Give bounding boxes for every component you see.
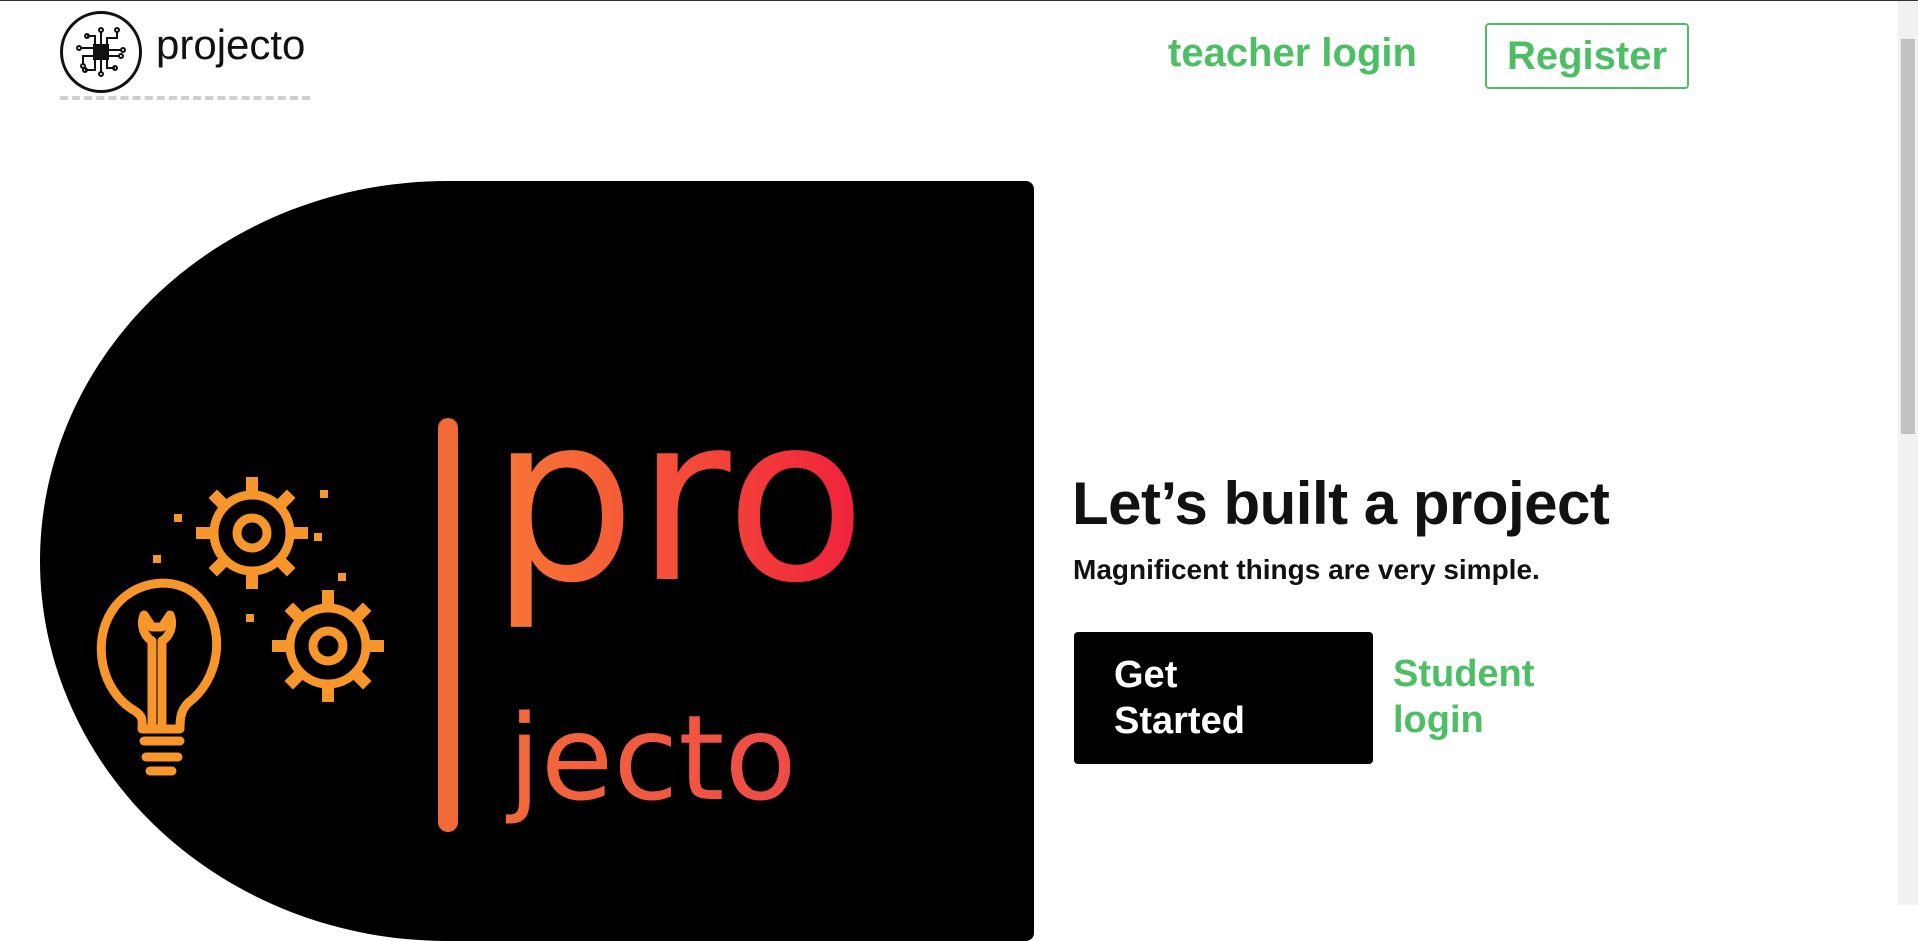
logo-text-pro: pro [490, 367, 866, 634]
hero-subtitle: Magnificent things are very simple. [1073, 554, 1540, 585]
page: projecto teacher login Register pro ject… [0, 1, 1898, 941]
hero-logo-panel: pro jecto [40, 181, 1034, 941]
scrollbar-thumb[interactable] [1901, 39, 1915, 434]
brand-name: projecto [156, 21, 306, 68]
get-started-button[interactable]: Get Started [1074, 632, 1373, 764]
register-button[interactable]: Register [1485, 23, 1689, 89]
gear-icon [196, 477, 308, 589]
brand-link[interactable]: projecto [60, 11, 305, 93]
gear-icon [272, 590, 384, 702]
get-started-label: Get Started [1114, 654, 1245, 742]
teacher-login-link[interactable]: teacher login [1168, 31, 1417, 76]
logo-text-jecto: jecto [505, 689, 797, 827]
hero-title: Let’s built a project [1072, 470, 1610, 537]
vertical-scrollbar[interactable] [1898, 1, 1918, 905]
student-login-link[interactable]: Student login [1393, 651, 1583, 743]
brand-underline [60, 96, 310, 100]
lightbulb-wrench-icon [96, 578, 222, 776]
circuit-chip-icon [60, 11, 142, 93]
